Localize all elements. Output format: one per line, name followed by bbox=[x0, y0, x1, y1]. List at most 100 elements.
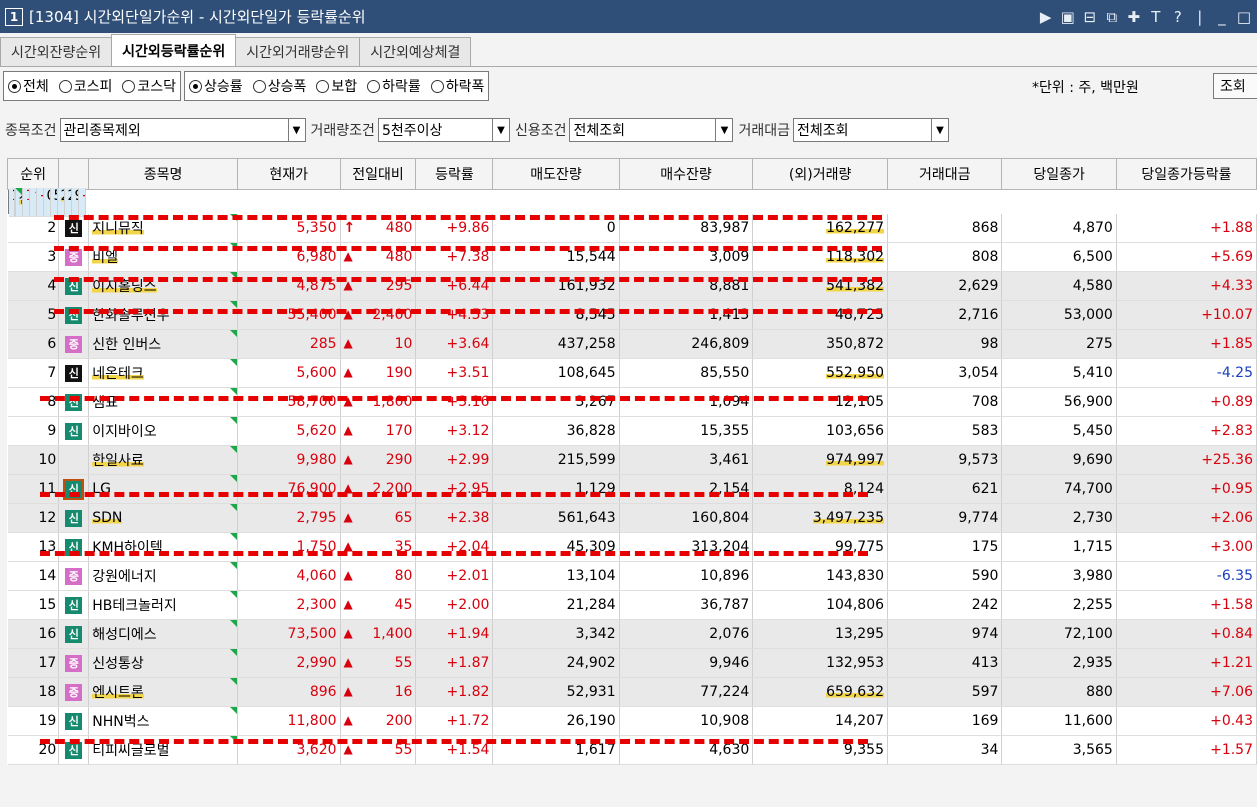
stock-name-cell[interactable]: 엔시트론 bbox=[88, 677, 238, 707]
lookup-button[interactable]: 조회 bbox=[1213, 73, 1257, 99]
stock-name-cell[interactable]: 티피씨글로벌 bbox=[88, 735, 238, 765]
stock-name[interactable]: 엔시트론 bbox=[92, 685, 144, 701]
stock-name-cell[interactable]: 신성통상 bbox=[88, 648, 238, 678]
tab-afterhours-expected[interactable]: 시간외예상체결 bbox=[359, 37, 472, 66]
stock-name[interactable]: 강원에너지 bbox=[92, 569, 156, 585]
stock-name[interactable]: 네온테크 bbox=[92, 366, 144, 382]
stock-name-cell[interactable]: 지니뮤직 bbox=[88, 214, 238, 243]
table-row[interactable]: 8 신 샘표 58,700 ▲ 1,800 +3.16 3,267 1,094 12,105 708… bbox=[7, 387, 1257, 417]
stock-name[interactable]: HB테크놀러지 bbox=[92, 598, 177, 614]
radio-icon[interactable] bbox=[252, 79, 266, 93]
stock-name[interactable]: 이지홀딩스 bbox=[92, 279, 157, 295]
stock-name-cell[interactable]: SDN bbox=[88, 503, 238, 533]
radio-selected-icon[interactable] bbox=[8, 79, 21, 93]
table-row[interactable]: 4 신 이지홀딩스 4,875 ▲ 295 +6.44 161,932 8,881 541,382… bbox=[7, 271, 1257, 301]
col-close-rate[interactable]: 당일종가등락률 bbox=[1115, 158, 1257, 190]
stock-condition-select[interactable]: 관리종목제외 ▼ bbox=[59, 118, 306, 142]
table-row[interactable]: 17 증 신성통상 2,990 ▲ 55 +1.87 24,902 9,946 132,953 41… bbox=[7, 648, 1257, 678]
table-row[interactable]: 19 신 NHN벅스 11,800 ▲ 200 +1.72 26,190 10,908 14,20… bbox=[7, 706, 1257, 736]
tab-afterhours-change-rate[interactable]: 시간외등락률순위 bbox=[111, 34, 237, 66]
table-row[interactable]: 13 신 KMH하이텍 1,750 ▲ 35 +2.04 45,309 313,204 99,77… bbox=[7, 532, 1257, 562]
radio-sort-flat[interactable]: 보합 bbox=[316, 76, 357, 96]
col-change[interactable]: 전일대비 bbox=[339, 158, 417, 190]
amount-condition-select[interactable]: 전체조회 ▼ bbox=[793, 118, 949, 142]
table-row[interactable]: 6 증 신한 인버스 285 ▲ 10 +3.64 437,258 246,809 350,872… bbox=[7, 329, 1257, 359]
tab-afterhours-volume[interactable]: 시간외거래량순위 bbox=[235, 37, 361, 66]
stock-name-cell[interactable]: 이지홀딩스 bbox=[88, 271, 238, 301]
credit-condition-select[interactable]: 전체조회 ▼ bbox=[569, 118, 734, 142]
radio-market-kosdaq[interactable]: 코스닥 bbox=[122, 76, 176, 96]
stock-name[interactable]: KMH하이텍 bbox=[92, 540, 162, 556]
table-row[interactable]: 10 한일사료 9,980 ▲ 290 +2.99 215,599 3,461 974,997 9… bbox=[7, 445, 1257, 475]
stock-name[interactable]: 비엘 bbox=[92, 250, 119, 266]
table-row[interactable]: 3 증 비엘 6,980 ▲ 480 +7.38 15,544 3,009 118,302 808 6… bbox=[7, 242, 1257, 272]
table-row[interactable]: 18 증 엔시트론 896 ▲ 16 +1.82 52,931 77,224 659,632 597… bbox=[7, 677, 1257, 707]
stock-name[interactable]: 샘표 bbox=[92, 395, 118, 411]
table-row[interactable]: 16 신 해성디에스 73,500 ▲ 1,400 +1.94 3,342 2,076 13,29… bbox=[7, 619, 1257, 649]
stock-name-cell[interactable]: 비엘 bbox=[88, 242, 238, 272]
stock-name[interactable]: 신성통상 bbox=[92, 656, 144, 672]
screen-icon[interactable]: ▣ bbox=[1061, 8, 1075, 26]
stock-name-cell[interactable]: LG bbox=[88, 474, 238, 504]
table-row[interactable]: 5 신 한화솔루션우 55,400 ▲ 2,400 +4.53 8,545 1,413 48,72… bbox=[7, 300, 1257, 330]
stock-name[interactable]: 티피씨글로벌 bbox=[92, 743, 169, 759]
stock-name[interactable]: LG bbox=[92, 481, 111, 497]
font-size-icon[interactable]: T bbox=[1149, 8, 1163, 26]
table-row[interactable]: 20 신 티피씨글로벌 3,620 ▲ 55 +1.54 1,617 4,630 9,355 34 3… bbox=[7, 735, 1257, 765]
volume-condition-select[interactable]: 5천주이상 ▼ bbox=[377, 118, 510, 142]
col-bid[interactable]: 매수잔량 bbox=[618, 158, 754, 190]
maximize-icon[interactable]: □ bbox=[1237, 8, 1251, 26]
radio-sort-fall-amount[interactable]: 하락폭 bbox=[430, 76, 484, 96]
table-row[interactable]: 14 증 강원에너지 4,060 ▲ 80 +2.01 13,104 10,896 143,830… bbox=[7, 561, 1257, 591]
radio-icon[interactable] bbox=[430, 79, 444, 93]
chevron-down-icon[interactable]: ▼ bbox=[287, 119, 305, 141]
col-close[interactable]: 당일종가 bbox=[1001, 158, 1117, 190]
radio-sort-fall-rate[interactable]: 하락률 bbox=[367, 76, 421, 96]
radio-sort-rise-rate[interactable]: 상승률 bbox=[189, 76, 243, 96]
radio-market-kospi[interactable]: 코스피 bbox=[58, 76, 112, 96]
table-row[interactable]: 2 신 지니뮤직 5,350 ↑ 480 +9.86 0 83,987 162,277 868 4,8… bbox=[7, 214, 1257, 243]
window-copy-icon[interactable]: ⧉ bbox=[1105, 8, 1119, 26]
stock-name[interactable]: NHN벅스 bbox=[92, 714, 149, 730]
stock-name[interactable]: SDN bbox=[92, 510, 123, 526]
stock-name-cell[interactable]: 신송홀딩스 bbox=[15, 187, 23, 217]
stock-name-cell[interactable]: 강원에너지 bbox=[88, 561, 238, 591]
stock-name[interactable]: 한화솔루션우 bbox=[92, 308, 169, 324]
radio-market-all[interactable]: 전체 bbox=[8, 76, 49, 96]
stock-name-cell[interactable]: 신한 인버스 bbox=[88, 329, 238, 359]
table-row[interactable]: 12 신 SDN 2,795 ▲ 65 +2.38 561,643 160,804 3,497,2… bbox=[7, 503, 1257, 533]
chevron-down-icon[interactable]: ▼ bbox=[931, 119, 948, 141]
stock-name-cell[interactable]: NHN벅스 bbox=[88, 706, 238, 736]
help-icon[interactable]: ? bbox=[1171, 8, 1185, 26]
stock-name[interactable]: 신한 인버스 bbox=[92, 337, 161, 353]
radio-icon[interactable] bbox=[58, 79, 72, 93]
radio-selected-icon[interactable] bbox=[189, 79, 203, 93]
table-row[interactable]: 11 신 LG 76,900 ▲ 2,200 +2.95 1,129 2,154 8,124 621… bbox=[7, 474, 1257, 504]
stock-name-cell[interactable]: 한화솔루션우 bbox=[88, 300, 238, 330]
pin-icon[interactable]: ✚ bbox=[1127, 8, 1141, 26]
split-icon[interactable]: ⊟ bbox=[1083, 8, 1097, 26]
radio-icon[interactable] bbox=[122, 79, 136, 93]
stock-name-cell[interactable]: KMH하이텍 bbox=[88, 532, 238, 562]
table-row[interactable]: 1신송홀딩스10,450↑950+10.000564,806232,7832,3… bbox=[7, 187, 86, 217]
stock-name[interactable]: 지니뮤직 bbox=[92, 221, 144, 237]
table-row[interactable]: 9 신 이지바이오 5,620 ▲ 170 +3.12 36,828 15,355 103,656… bbox=[7, 416, 1257, 446]
col-volume[interactable]: (외)거래량 bbox=[752, 158, 889, 190]
col-price[interactable]: 현재가 bbox=[236, 158, 341, 190]
chevron-down-icon[interactable]: ▼ bbox=[491, 119, 509, 141]
minimize-icon[interactable]: _ bbox=[1215, 8, 1229, 26]
stock-name[interactable]: 한일사료 bbox=[92, 453, 144, 469]
radio-sort-rise-amount[interactable]: 상승폭 bbox=[252, 76, 306, 96]
radio-icon[interactable] bbox=[316, 79, 330, 93]
table-row[interactable]: 7 신 네온테크 5,600 ▲ 190 +3.51 108,645 85,550 552,950… bbox=[7, 358, 1257, 388]
stock-name-cell[interactable]: 네온테크 bbox=[88, 358, 238, 388]
table-row[interactable]: 15 신 HB테크놀러지 2,300 ▲ 45 +2.00 21,284 36,787 104,8… bbox=[7, 590, 1257, 620]
stock-name-cell[interactable]: 한일사료 bbox=[88, 445, 238, 475]
col-name[interactable]: 종목명 bbox=[88, 158, 238, 190]
stock-name-cell[interactable]: 이지바이오 bbox=[88, 416, 238, 446]
col-rank[interactable]: 순위 bbox=[6, 158, 60, 190]
stock-name[interactable]: 해성디에스 bbox=[92, 627, 156, 643]
col-ask[interactable]: 매도잔량 bbox=[492, 158, 620, 190]
radio-icon[interactable] bbox=[367, 79, 381, 93]
col-badge[interactable] bbox=[58, 158, 90, 190]
